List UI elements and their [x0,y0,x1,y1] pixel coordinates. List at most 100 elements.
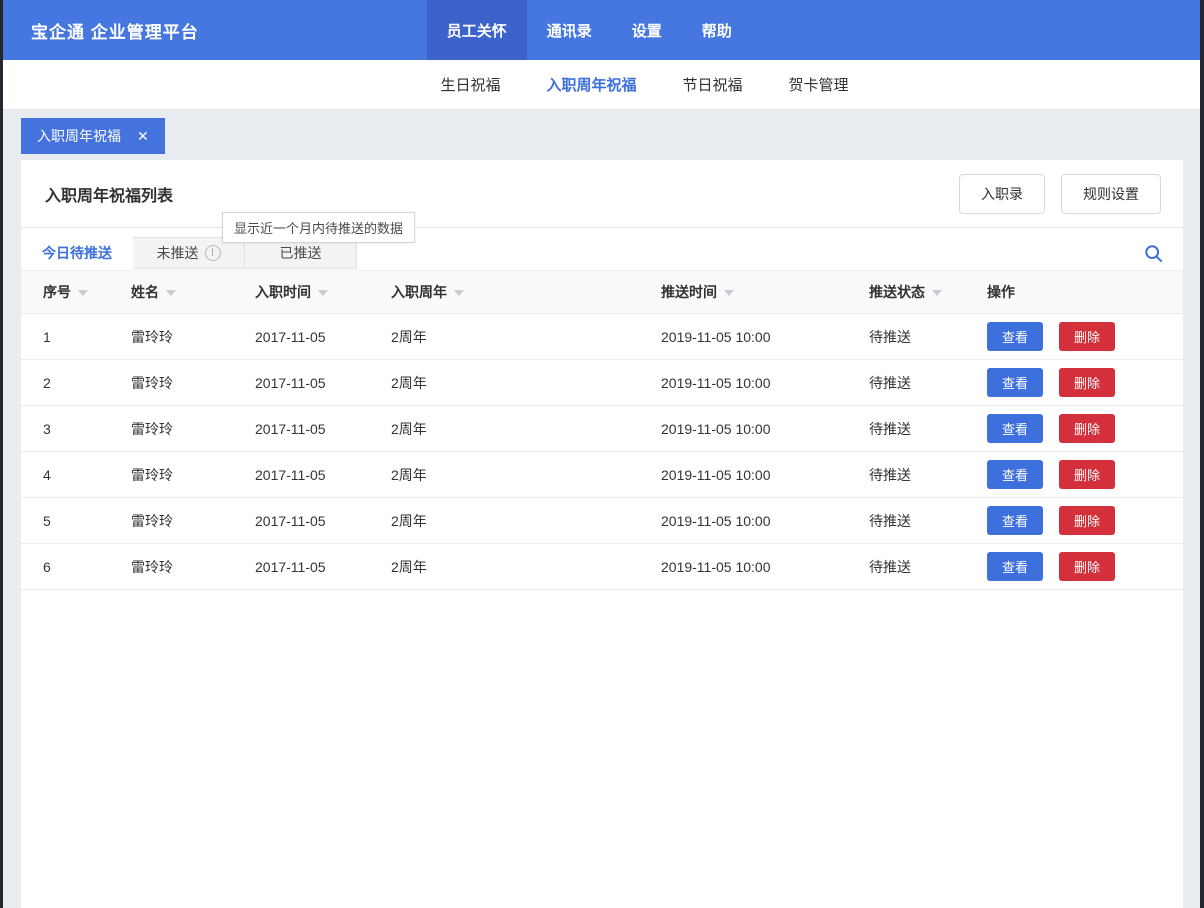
cell-anniversary: 2周年 [391,373,661,393]
content-area: 入职周年祝福 ✕ 入职周年祝福列表 入职录 规则设置 显示近一个月内待推送的数据… [3,110,1200,908]
view-button[interactable]: 查看 [987,368,1043,397]
cell-name: 雷玲玲 [131,465,255,485]
cell-push-time: 2019-11-05 10:00 [661,467,869,483]
cell-push-time: 2019-11-05 10:00 [661,329,869,345]
filter-tab-bar: 今日待推送 未推送 ! 已推送 [21,237,1183,269]
cell-index: 1 [43,329,131,345]
delete-button[interactable]: 删除 [1059,506,1115,535]
top-bar: 宝企通 企业管理平台 员工关怀 通讯录 设置 帮助 [3,0,1200,60]
cell-hire-date: 2017-11-05 [255,329,391,345]
view-button[interactable]: 查看 [987,460,1043,489]
tab-bar-spacer [357,237,1144,269]
view-button[interactable]: 查看 [987,414,1043,443]
delete-button[interactable]: 删除 [1059,414,1115,443]
cell-hire-date: 2017-11-05 [255,421,391,437]
sort-caret-icon [724,290,734,296]
cell-push-status: 待推送 [869,327,987,347]
column-header-0[interactable]: 序号 [43,282,131,302]
cell-actions: 查看 删除 [987,506,1183,535]
delete-button[interactable]: 删除 [1059,552,1115,581]
cell-anniversary: 2周年 [391,465,661,485]
cell-index: 4 [43,467,131,483]
nav-item-settings[interactable]: 设置 [612,0,682,60]
app-window: 宝企通 企业管理平台 员工关怀 通讯录 设置 帮助 生日祝福 入职周年祝福 节日… [0,0,1204,908]
open-tab-chip[interactable]: 入职周年祝福 ✕ [21,118,165,154]
cell-push-status: 待推送 [869,419,987,439]
subnav-item-birthday[interactable]: 生日祝福 [440,74,500,95]
cell-push-status: 待推送 [869,465,987,485]
list-panel: 入职周年祝福列表 入职录 规则设置 显示近一个月内待推送的数据 今日待推送 未推… [21,160,1183,908]
view-button[interactable]: 查看 [987,552,1043,581]
cell-push-status: 待推送 [869,557,987,577]
cell-push-time: 2019-11-05 10:00 [661,559,869,575]
nav-item-employee-care[interactable]: 员工关怀 [427,0,527,60]
cell-push-status: 待推送 [869,373,987,393]
cell-hire-date: 2017-11-05 [255,513,391,529]
subnav-item-festival[interactable]: 节日祝福 [683,74,743,95]
sort-caret-icon [318,290,328,296]
table-row: 1 雷玲玲 2017-11-05 2周年 2019-11-05 10:00 待推… [21,314,1183,360]
table-header-row: 序号姓名入职时间入职周年推送时间推送状态操作 [21,270,1183,314]
cell-index: 2 [43,375,131,391]
page-title: 入职周年祝福列表 [45,182,173,206]
view-button[interactable]: 查看 [987,506,1043,535]
column-header-5[interactable]: 推送状态 [869,282,987,302]
tab-today-pending[interactable]: 今日待推送 [21,237,133,269]
cell-index: 3 [43,421,131,437]
cell-push-time: 2019-11-05 10:00 [661,375,869,391]
cell-index: 6 [43,559,131,575]
cell-push-time: 2019-11-05 10:00 [661,513,869,529]
cell-name: 雷玲玲 [131,557,255,577]
cell-index: 5 [43,513,131,529]
column-header-1[interactable]: 姓名 [131,282,255,302]
cell-hire-date: 2017-11-05 [255,375,391,391]
open-tab-chip-label: 入职周年祝福 [37,126,121,146]
secondary-nav: 生日祝福 入职周年祝福 节日祝福 贺卡管理 [3,60,1200,110]
subnav-item-anniversary[interactable]: 入职周年祝福 [546,74,636,95]
nav-item-contacts[interactable]: 通讯录 [527,0,612,60]
brand-title: 宝企通 企业管理平台 [3,18,199,43]
table-row: 2 雷玲玲 2017-11-05 2周年 2019-11-05 10:00 待推… [21,360,1183,406]
sort-caret-icon [166,290,176,296]
table-row: 5 雷玲玲 2017-11-05 2周年 2019-11-05 10:00 待推… [21,498,1183,544]
cell-hire-date: 2017-11-05 [255,467,391,483]
cell-anniversary: 2周年 [391,419,661,439]
cell-name: 雷玲玲 [131,327,255,347]
search-icon[interactable] [1144,237,1183,269]
sort-caret-icon [932,290,942,296]
view-button[interactable]: 查看 [987,322,1043,351]
cell-actions: 查看 删除 [987,368,1183,397]
cell-name: 雷玲玲 [131,419,255,439]
cell-anniversary: 2周年 [391,327,661,347]
sort-caret-icon [78,290,88,296]
column-header-6: 操作 [987,282,1183,302]
cell-name: 雷玲玲 [131,373,255,393]
cell-actions: 查看 删除 [987,414,1183,443]
tooltip: 显示近一个月内待推送的数据 [222,212,415,243]
column-header-4[interactable]: 推送时间 [661,282,869,302]
cell-actions: 查看 删除 [987,322,1183,351]
delete-button[interactable]: 删除 [1059,460,1115,489]
cell-name: 雷玲玲 [131,511,255,531]
column-header-2[interactable]: 入职时间 [255,282,391,302]
cell-actions: 查看 删除 [987,460,1183,489]
nav-item-help[interactable]: 帮助 [682,0,752,60]
cell-anniversary: 2周年 [391,511,661,531]
table-row: 4 雷玲玲 2017-11-05 2周年 2019-11-05 10:00 待推… [21,452,1183,498]
cell-actions: 查看 删除 [987,552,1183,581]
cell-push-time: 2019-11-05 10:00 [661,421,869,437]
cell-hire-date: 2017-11-05 [255,559,391,575]
close-icon[interactable]: ✕ [137,128,149,145]
table-row: 3 雷玲玲 2017-11-05 2周年 2019-11-05 10:00 待推… [21,406,1183,452]
onboarding-record-button[interactable]: 入职录 [959,174,1045,214]
delete-button[interactable]: 删除 [1059,322,1115,351]
column-header-3[interactable]: 入职周年 [391,282,661,302]
top-nav: 员工关怀 通讯录 设置 帮助 [427,0,752,60]
cell-anniversary: 2周年 [391,557,661,577]
subnav-item-greeting-cards[interactable]: 贺卡管理 [789,74,849,95]
delete-button[interactable]: 删除 [1059,368,1115,397]
cell-push-status: 待推送 [869,511,987,531]
table-row: 6 雷玲玲 2017-11-05 2周年 2019-11-05 10:00 待推… [21,544,1183,590]
rule-settings-button[interactable]: 规则设置 [1061,174,1161,214]
panel-header: 入职周年祝福列表 入职录 规则设置 [21,160,1183,228]
